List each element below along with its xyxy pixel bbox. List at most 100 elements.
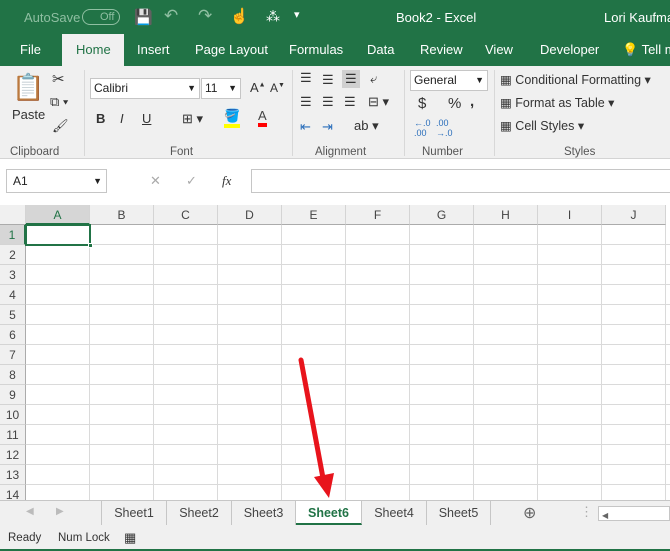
column-header-A[interactable]: A bbox=[26, 205, 90, 225]
align-center-icon[interactable]: ☰ bbox=[322, 94, 334, 110]
redo-icon[interactable]: ↷ bbox=[198, 6, 212, 26]
tab-insert[interactable]: Insert bbox=[137, 34, 170, 66]
row-header-14[interactable]: 14 bbox=[0, 485, 26, 500]
tab-file[interactable]: File bbox=[20, 34, 41, 66]
bottom-align-icon[interactable]: ☰ bbox=[342, 70, 360, 88]
formula-bar: A1 ▼ ✕ ✓ fx bbox=[0, 159, 670, 205]
split-handle-icon[interactable]: ⋮ bbox=[580, 504, 593, 520]
font-size-dropdown[interactable]: 11 ▼ bbox=[201, 78, 241, 99]
cancel-icon[interactable]: ✕ bbox=[150, 173, 161, 189]
formula-input[interactable] bbox=[251, 169, 670, 193]
percent-button[interactable]: % bbox=[448, 95, 461, 112]
tab-data[interactable]: Data bbox=[367, 34, 394, 66]
orientation-icon[interactable]: ab ▾ bbox=[354, 118, 379, 134]
sheet-tab-sheet3[interactable]: Sheet3 bbox=[232, 501, 296, 525]
increase-decimal-icon[interactable]: ←.0.00 bbox=[414, 118, 431, 138]
sheet-tab-sheet5[interactable]: Sheet5 bbox=[427, 501, 491, 525]
bold-button[interactable]: B bbox=[96, 111, 105, 126]
column-header-E[interactable]: E bbox=[282, 205, 346, 225]
sheet-tab-sheet6[interactable]: Sheet6 bbox=[296, 501, 362, 525]
row-header-2[interactable]: 2 bbox=[0, 245, 26, 265]
row-header-13[interactable]: 13 bbox=[0, 465, 26, 485]
tab-home[interactable]: Home bbox=[62, 34, 124, 66]
merge-center-icon[interactable]: ⊟ ▾ bbox=[368, 94, 389, 110]
row-header-4[interactable]: 4 bbox=[0, 285, 26, 305]
column-header-H[interactable]: H bbox=[474, 205, 538, 225]
column-header-B[interactable]: B bbox=[90, 205, 154, 225]
column-header-C[interactable]: C bbox=[154, 205, 218, 225]
column-header-G[interactable]: G bbox=[410, 205, 474, 225]
sheet-tab-sheet4[interactable]: Sheet4 bbox=[362, 501, 427, 525]
selected-cell-a1[interactable] bbox=[25, 224, 93, 248]
font-color-icon[interactable]: A bbox=[258, 108, 267, 127]
undo-icon[interactable]: ↶ bbox=[164, 6, 178, 26]
conditional-formatting-button[interactable]: ▦ Conditional Formatting ▾ bbox=[500, 72, 651, 87]
horizontal-scrollbar[interactable]: ◀ bbox=[598, 506, 670, 521]
status-bar: Ready Num Lock ▦ bbox=[0, 525, 670, 551]
tab-page-layout[interactable]: Page Layout bbox=[195, 34, 268, 66]
column-header-J[interactable]: J bbox=[602, 205, 666, 225]
align-left-icon[interactable]: ☰ bbox=[300, 94, 312, 110]
sheet-tab-sheet2[interactable]: Sheet2 bbox=[167, 501, 232, 525]
sheet-tab-sheet1[interactable]: Sheet1 bbox=[102, 501, 167, 525]
tab-review[interactable]: Review bbox=[420, 34, 463, 66]
italic-button[interactable]: I bbox=[120, 111, 124, 126]
row-header-8[interactable]: 8 bbox=[0, 365, 26, 385]
tab-formulas[interactable]: Formulas bbox=[289, 34, 343, 66]
top-align-icon[interactable]: ☰ bbox=[300, 70, 312, 86]
cut-icon[interactable]: ✂ bbox=[52, 70, 65, 88]
decrease-indent-icon[interactable]: ⇤ bbox=[300, 119, 311, 135]
row-header-6[interactable]: 6 bbox=[0, 325, 26, 345]
tab-developer[interactable]: Developer bbox=[540, 34, 599, 66]
macro-record-icon[interactable]: ▦ bbox=[124, 530, 136, 546]
font-name-dropdown[interactable]: Calibri ▼ bbox=[90, 78, 200, 99]
row-header-10[interactable]: 10 bbox=[0, 405, 26, 425]
save-icon[interactable]: 💾 bbox=[134, 8, 153, 26]
column-header-I[interactable]: I bbox=[538, 205, 602, 225]
row-header-9[interactable]: 9 bbox=[0, 385, 26, 405]
row-header-3[interactable]: 3 bbox=[0, 265, 26, 285]
format-as-table-button[interactable]: ▦ Format as Table ▾ bbox=[500, 95, 614, 110]
currency-button[interactable]: $ bbox=[418, 95, 426, 112]
scroll-right-icon[interactable]: ▶ bbox=[56, 506, 64, 517]
borders-icon[interactable]: ⊞ ▾ bbox=[182, 111, 203, 127]
row-header-5[interactable]: 5 bbox=[0, 305, 26, 325]
title-bar: AutoSave Off 💾 ↶ ↷ ☝ ⁂ ▾ Book2 - Excel L… bbox=[0, 0, 670, 34]
scroll-left-icon[interactable]: ◀ bbox=[26, 506, 34, 517]
wrap-text-icon[interactable]: ⤶ bbox=[370, 71, 377, 87]
paste-icon[interactable]: 📋 bbox=[12, 72, 44, 103]
autosave-toggle[interactable]: Off bbox=[82, 9, 120, 25]
user-name[interactable]: Lori Kaufman bbox=[604, 10, 670, 25]
increase-font-icon[interactable]: A▲ bbox=[250, 80, 266, 95]
increase-indent-icon[interactable]: ⇥ bbox=[322, 119, 333, 135]
cell-styles-button[interactable]: ▦ Cell Styles ▾ bbox=[500, 118, 584, 133]
org-chart-icon[interactable]: ⁂ bbox=[266, 8, 280, 25]
insert-function-button[interactable]: fx bbox=[222, 173, 231, 189]
row-header-1[interactable]: 1 bbox=[0, 225, 26, 245]
select-all-corner[interactable] bbox=[0, 205, 26, 225]
fill-color-icon[interactable]: 🪣 bbox=[224, 108, 241, 128]
customize-qat-icon[interactable]: ▾ bbox=[294, 8, 300, 21]
worksheet-grid[interactable]: A B C D E F G H I J 1 2 3 4 5 6 7 8 9 10 11 12 13 14 bbox=[0, 205, 670, 500]
name-box[interactable]: A1 ▼ bbox=[6, 169, 107, 193]
row-header-12[interactable]: 12 bbox=[0, 445, 26, 465]
middle-align-icon[interactable]: ☰ bbox=[322, 72, 334, 88]
copy-icon[interactable]: ⧉ ▾ bbox=[50, 94, 68, 110]
column-header-D[interactable]: D bbox=[218, 205, 282, 225]
row-header-11[interactable]: 11 bbox=[0, 425, 26, 445]
underline-button[interactable]: U bbox=[142, 111, 151, 126]
tab-view[interactable]: View bbox=[485, 34, 513, 66]
column-header-F[interactable]: F bbox=[346, 205, 410, 225]
decrease-font-icon[interactable]: A▼ bbox=[270, 81, 285, 95]
comma-button[interactable]: , bbox=[470, 93, 474, 110]
align-right-icon[interactable]: ☰ bbox=[344, 94, 356, 110]
touch-mode-icon[interactable]: ☝ bbox=[230, 7, 249, 25]
new-sheet-icon[interactable]: ⊕ bbox=[523, 503, 536, 523]
tell-me-search[interactable]: 💡 Tell me bbox=[622, 34, 670, 66]
decrease-decimal-icon[interactable]: .00 →.0 bbox=[436, 118, 453, 138]
paste-button[interactable]: Paste bbox=[12, 107, 45, 122]
row-header-7[interactable]: 7 bbox=[0, 345, 26, 365]
number-format-dropdown[interactable]: General ▼ bbox=[410, 70, 488, 91]
enter-icon[interactable]: ✓ bbox=[186, 173, 197, 189]
format-painter-icon[interactable]: 🖌 bbox=[52, 118, 69, 134]
